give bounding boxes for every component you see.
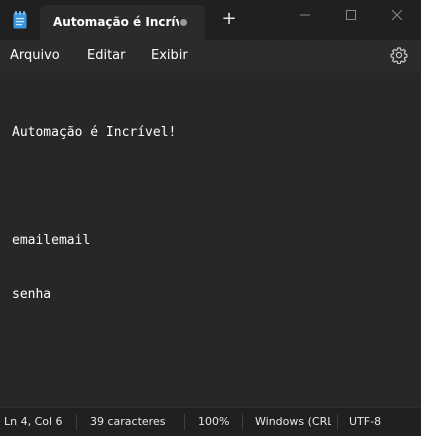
status-bar: Ln 4, Col 6 39 caracteres 100% Windows (…: [0, 407, 421, 436]
status-divider: [242, 414, 243, 430]
new-tab-button[interactable]: +: [220, 10, 238, 28]
line-ending[interactable]: Windows (CRL: [255, 415, 331, 428]
text-editor[interactable]: Automação é Incrível! ​ emailemail senha: [0, 73, 421, 407]
menu-bar: Arquivo Editar Exibir: [0, 40, 421, 73]
status-divider: [337, 414, 338, 430]
editor-line: emailemail: [12, 233, 91, 248]
tab-document[interactable]: Automação é Incríve: [40, 5, 205, 40]
notepad-window: Automação é Incríve + Arquivo Editar Exi…: [0, 0, 421, 436]
gear-icon[interactable]: [390, 46, 408, 65]
menu-exibir[interactable]: Exibir: [151, 48, 188, 63]
tab-title: Automação é Incríve: [53, 15, 179, 29]
title-bar: Automação é Incríve +: [0, 0, 421, 40]
close-icon: [392, 10, 402, 20]
maximize-icon: [346, 10, 356, 20]
status-divider: [184, 414, 185, 430]
editor-content[interactable]: Automação é Incrível! ​ emailemail senha: [12, 88, 176, 340]
editor-line: ​: [12, 178, 176, 196]
menu-arquivo[interactable]: Arquivo: [10, 48, 60, 63]
minimize-icon: [300, 14, 310, 16]
encoding[interactable]: UTF-8: [349, 415, 381, 428]
cursor-position[interactable]: Ln 4, Col 6: [4, 415, 63, 428]
status-divider: [76, 414, 77, 430]
editor-line: senha: [12, 287, 52, 302]
close-button[interactable]: [374, 0, 420, 30]
menu-editar[interactable]: Editar: [87, 48, 126, 63]
notepad-icon: [13, 11, 27, 29]
maximize-button[interactable]: [328, 0, 374, 30]
zoom-level[interactable]: 100%: [198, 415, 229, 428]
editor-line: Automação é Incrível!: [12, 125, 177, 140]
minimize-button[interactable]: [282, 0, 328, 30]
unsaved-dot-icon[interactable]: [180, 19, 187, 26]
character-count: 39 caracteres: [90, 415, 166, 428]
